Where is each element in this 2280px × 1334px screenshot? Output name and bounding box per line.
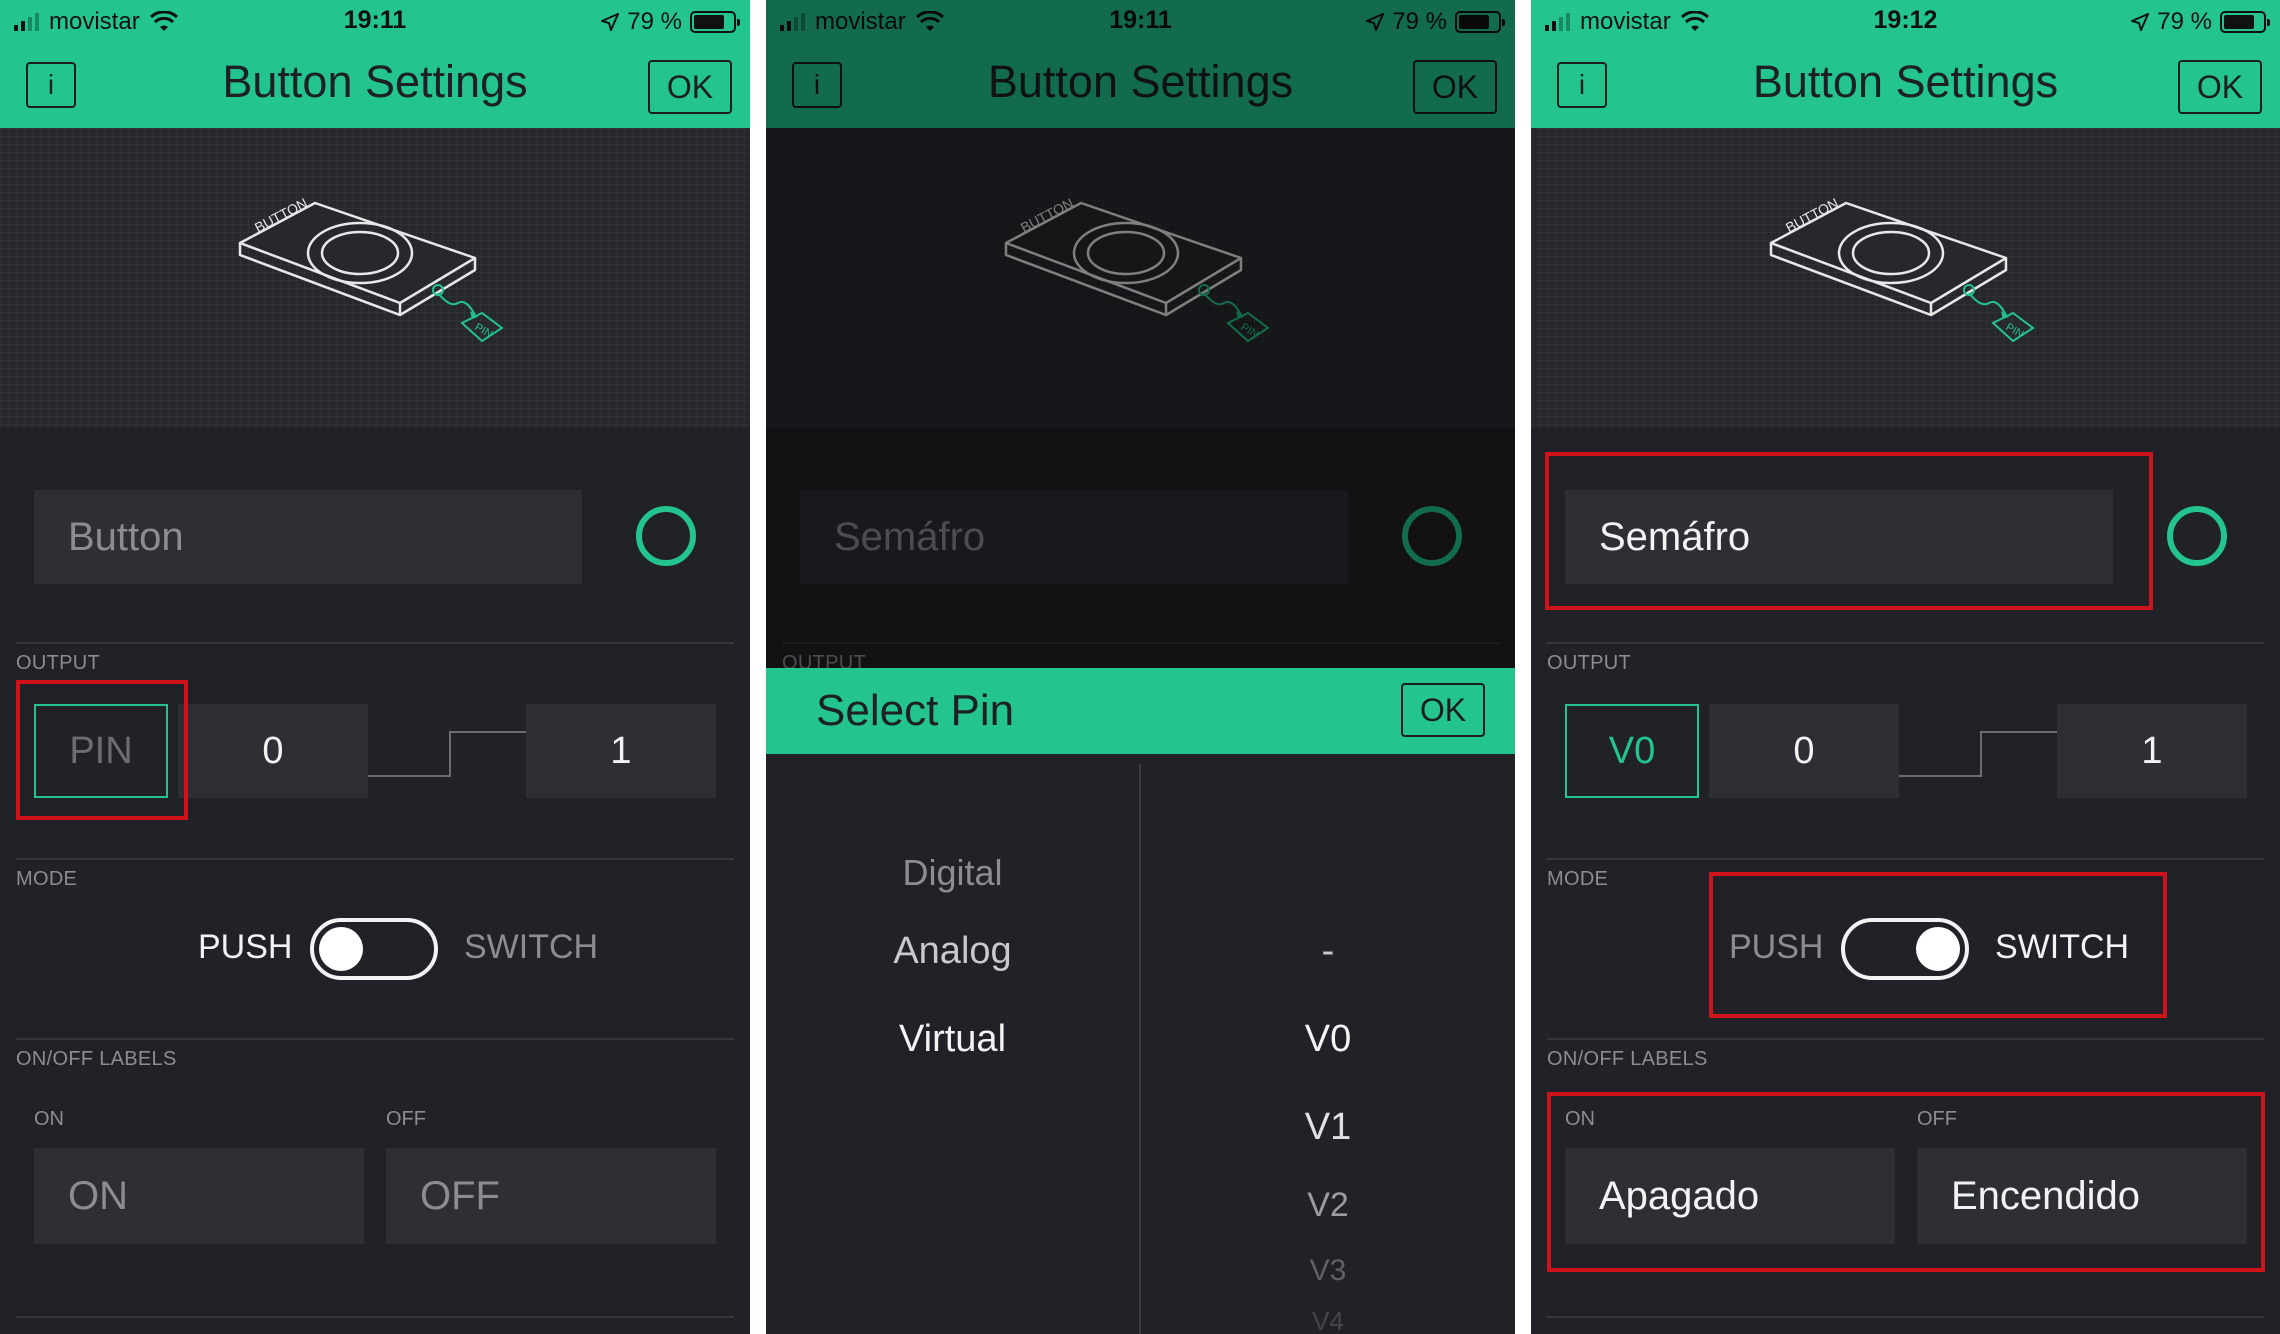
ok-button[interactable]: OK bbox=[648, 60, 732, 114]
pin-value-option[interactable]: V4 bbox=[1141, 1306, 1515, 1334]
highlight-box bbox=[1545, 452, 2153, 610]
illus-pin-text: PIN bbox=[473, 321, 495, 341]
output-high-value[interactable]: 1 bbox=[2057, 704, 2247, 798]
mode-push-label: PUSH bbox=[198, 928, 293, 966]
output-section-label: OUTPUT bbox=[1547, 652, 1632, 674]
pin-picker: Digital Analog Virtual - V0 V1 V2 V3 V4 bbox=[766, 754, 1515, 1334]
pin-value-option[interactable]: V3 bbox=[1141, 1254, 1515, 1288]
output-range-wave-icon bbox=[1899, 731, 2059, 777]
highlight-box bbox=[1709, 872, 2167, 1018]
battery-percent: 79 % bbox=[627, 8, 682, 35]
ok-button[interactable]: OK bbox=[2178, 60, 2262, 114]
mode-row: PUSH SWITCH bbox=[0, 918, 750, 982]
pin-type-option-selected[interactable]: Virtual bbox=[766, 1018, 1139, 1061]
modal-backdrop[interactable] bbox=[766, 0, 1515, 668]
widget-illustration: BUTTON PIN bbox=[0, 128, 750, 428]
off-label-input[interactable]: OFF bbox=[386, 1148, 716, 1244]
battery-icon bbox=[690, 11, 740, 33]
pin-value-option[interactable]: V2 bbox=[1141, 1186, 1515, 1225]
pin-value-option[interactable]: - bbox=[1141, 930, 1515, 973]
mode-toggle[interactable] bbox=[310, 918, 438, 980]
illus-pin-text: PIN bbox=[2004, 321, 2026, 341]
output-high-value[interactable]: 1 bbox=[526, 704, 716, 798]
status-bar: movistar 19:12 79 % bbox=[1531, 0, 2280, 42]
page-title: Button Settings bbox=[222, 56, 528, 107]
labels-section-label: ON/OFF LABELS bbox=[1547, 1048, 1708, 1070]
screen-select-pin: movistar 19:11 79 % i Button Settings OK… bbox=[766, 0, 1515, 1334]
picker-title: Select Pin bbox=[816, 686, 1015, 735]
screen-button-settings-configured: movistar 19:12 79 % i Button Settings OK… bbox=[1531, 0, 2280, 1334]
on-label: ON bbox=[34, 1108, 64, 1130]
divider bbox=[1547, 1316, 2264, 1318]
widget-name-input[interactable]: Button bbox=[34, 490, 582, 584]
page-title: Button Settings bbox=[1752, 56, 2059, 107]
divider bbox=[1547, 642, 2264, 644]
divider bbox=[1547, 858, 2264, 860]
header-bar: i Button Settings OK bbox=[1531, 42, 2280, 128]
status-bar: movistar 19:11 79 % bbox=[0, 0, 750, 42]
picker-header: Select Pin OK bbox=[766, 668, 1515, 754]
location-arrow-icon bbox=[601, 13, 620, 31]
color-picker[interactable] bbox=[636, 506, 696, 566]
pin-value-option-selected[interactable]: V0 bbox=[1141, 1018, 1515, 1061]
pin-value-option[interactable]: V1 bbox=[1141, 1106, 1515, 1149]
mode-section-label: MODE bbox=[16, 868, 78, 890]
off-label: OFF bbox=[386, 1108, 426, 1130]
button-widget-icon: BUTTON PIN bbox=[1769, 195, 2035, 343]
output-low-value[interactable]: 0 bbox=[1709, 704, 1899, 798]
battery-percent: 79 % bbox=[2157, 8, 2212, 35]
battery-icon bbox=[2220, 11, 2270, 33]
pin-type-option[interactable]: Digital bbox=[766, 852, 1139, 894]
output-section-label: OUTPUT bbox=[16, 652, 101, 674]
mode-section-label: MODE bbox=[1547, 868, 1609, 890]
toggle-knob bbox=[319, 927, 363, 971]
divider bbox=[16, 1316, 734, 1318]
screen-button-settings-default: movistar 19:11 79 % i Button Settings OK… bbox=[0, 0, 750, 1334]
output-range-wave-icon bbox=[368, 731, 528, 777]
labels-section-label: ON/OFF LABELS bbox=[16, 1048, 177, 1070]
output-low-value[interactable]: 0 bbox=[178, 704, 368, 798]
divider bbox=[16, 642, 734, 644]
divider bbox=[16, 1038, 734, 1040]
pin-type-option[interactable]: Analog bbox=[766, 930, 1139, 973]
location-arrow-icon bbox=[2131, 13, 2150, 31]
button-widget-icon: BUTTON PIN bbox=[238, 195, 504, 343]
pin-select-button[interactable]: V0 bbox=[1565, 704, 1699, 798]
on-label-input[interactable]: ON bbox=[34, 1148, 364, 1244]
highlight-box bbox=[1547, 1092, 2265, 1272]
widget-illustration: BUTTON PIN bbox=[1531, 128, 2280, 428]
picker-ok-button[interactable]: OK bbox=[1401, 683, 1485, 737]
highlight-box bbox=[16, 680, 188, 820]
mode-switch-label: SWITCH bbox=[464, 928, 599, 966]
divider bbox=[16, 858, 734, 860]
divider bbox=[1547, 1038, 2264, 1040]
color-picker[interactable] bbox=[2167, 506, 2227, 566]
header-bar: i Button Settings OK bbox=[0, 42, 750, 128]
